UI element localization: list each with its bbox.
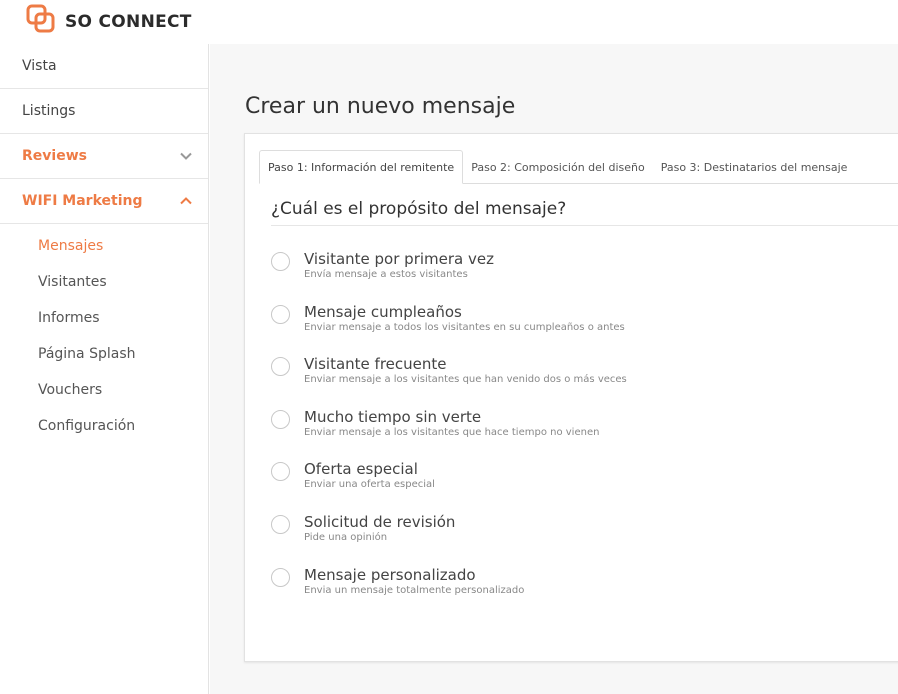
radio-button[interactable] — [271, 567, 290, 587]
option-birthday[interactable]: Mensaje cumpleaños Enviar mensaje a todo… — [271, 303, 627, 356]
radio-button[interactable] — [271, 514, 290, 534]
sidebar-item-label: Reviews — [22, 148, 87, 164]
sidebar-item-label: Listings — [22, 103, 76, 119]
option-custom-message[interactable]: Mensaje personalizado Envia un mensaje t… — [271, 566, 627, 619]
option-description: Enviar una oferta especial — [304, 479, 435, 491]
option-label: Visitante frecuente — [304, 355, 447, 374]
radio-button[interactable] — [271, 462, 290, 482]
purpose-options: Visitante por primera vez Envía mensaje … — [271, 250, 627, 618]
option-review-request[interactable]: Solicitud de revisión Pide una opinión — [271, 513, 627, 566]
so-connect-logo-icon — [26, 4, 56, 39]
option-first-visit[interactable]: Visitante por primera vez Envía mensaje … — [271, 250, 627, 303]
sidebar-item-reviews[interactable]: Reviews — [0, 134, 208, 179]
tab-step-3-recipients[interactable]: Paso 3: Destinatarios del mensaje — [653, 150, 856, 184]
wizard-tabs: Paso 1: Información del remitente Paso 2… — [259, 148, 898, 184]
chevron-up-icon[interactable] — [180, 195, 192, 207]
main-content: Crear un nuevo mensaje Paso 1: Informaci… — [210, 44, 898, 694]
wifi-marketing-submenu: Mensajes Visitantes Informes Página Spla… — [0, 224, 208, 444]
radio-button[interactable] — [271, 252, 290, 271]
tab-step-2-design[interactable]: Paso 2: Composición del diseño — [463, 150, 653, 184]
option-frequent-visitor[interactable]: Visitante frecuente Enviar mensaje a los… — [271, 355, 627, 408]
option-label: Mensaje cumpleaños — [304, 302, 462, 321]
sidebar: Vista Listings Reviews WIFI Marketing Me… — [0, 44, 209, 694]
radio-button[interactable] — [271, 409, 290, 429]
tab-step-1-sender-info[interactable]: Paso 1: Información del remitente — [259, 150, 464, 184]
option-label: Solicitud de revisión — [304, 512, 456, 531]
top-bar: SO CONNECT — [0, 0, 898, 44]
option-description: Enviar mensaje a los visitantes que hace… — [304, 426, 600, 438]
option-label: Mucho tiempo sin verte — [304, 407, 482, 426]
option-label: Oferta especial — [304, 460, 418, 479]
option-special-offer[interactable]: Oferta especial Enviar una oferta especi… — [271, 460, 627, 513]
option-description: Enviar mensaje a los visitantes que han … — [304, 374, 627, 386]
option-long-time-no-see[interactable]: Mucho tiempo sin verte Enviar mensaje a … — [271, 408, 627, 461]
sidebar-item-label: Vista — [22, 58, 57, 74]
purpose-question: ¿Cuál es el propósito del mensaje? — [271, 199, 898, 226]
sidebar-subitem-configuracion[interactable]: Configuración — [0, 408, 208, 444]
radio-button[interactable] — [271, 357, 290, 377]
sidebar-subitem-mensajes[interactable]: Mensajes — [0, 228, 208, 264]
sidebar-item-listings[interactable]: Listings — [0, 89, 208, 134]
sidebar-item-label: WIFI Marketing — [22, 193, 143, 209]
sidebar-subitem-vouchers[interactable]: Vouchers — [0, 372, 208, 408]
sidebar-item-vista[interactable]: Vista — [0, 44, 208, 89]
option-label: Visitante por primera vez — [304, 250, 494, 268]
sidebar-subitem-visitantes[interactable]: Visitantes — [0, 264, 208, 300]
message-wizard-card: Paso 1: Información del remitente Paso 2… — [244, 133, 898, 662]
option-description: Pide una opinión — [304, 531, 388, 543]
option-label: Mensaje personalizado — [304, 565, 476, 584]
sidebar-subitem-informes[interactable]: Informes — [0, 300, 208, 336]
option-description: Envia un mensaje totalmente personalizad… — [304, 584, 525, 596]
page-title: Crear un nuevo mensaje — [245, 94, 516, 119]
radio-button[interactable] — [271, 304, 290, 324]
option-description: Envía mensaje a estos visitantes — [304, 269, 468, 280]
wizard-panel: Paso 1: Información del remitente Paso 2… — [259, 146, 898, 648]
brand-name: SO CONNECT — [65, 11, 192, 32]
chevron-down-icon[interactable] — [180, 150, 192, 162]
brand-logo[interactable]: SO CONNECT — [26, 4, 192, 39]
option-description: Enviar mensaje a todos los visitantes en… — [304, 321, 625, 333]
sidebar-item-wifi-marketing[interactable]: WIFI Marketing — [0, 179, 208, 224]
sidebar-subitem-pagina-splash[interactable]: Página Splash — [0, 336, 208, 372]
